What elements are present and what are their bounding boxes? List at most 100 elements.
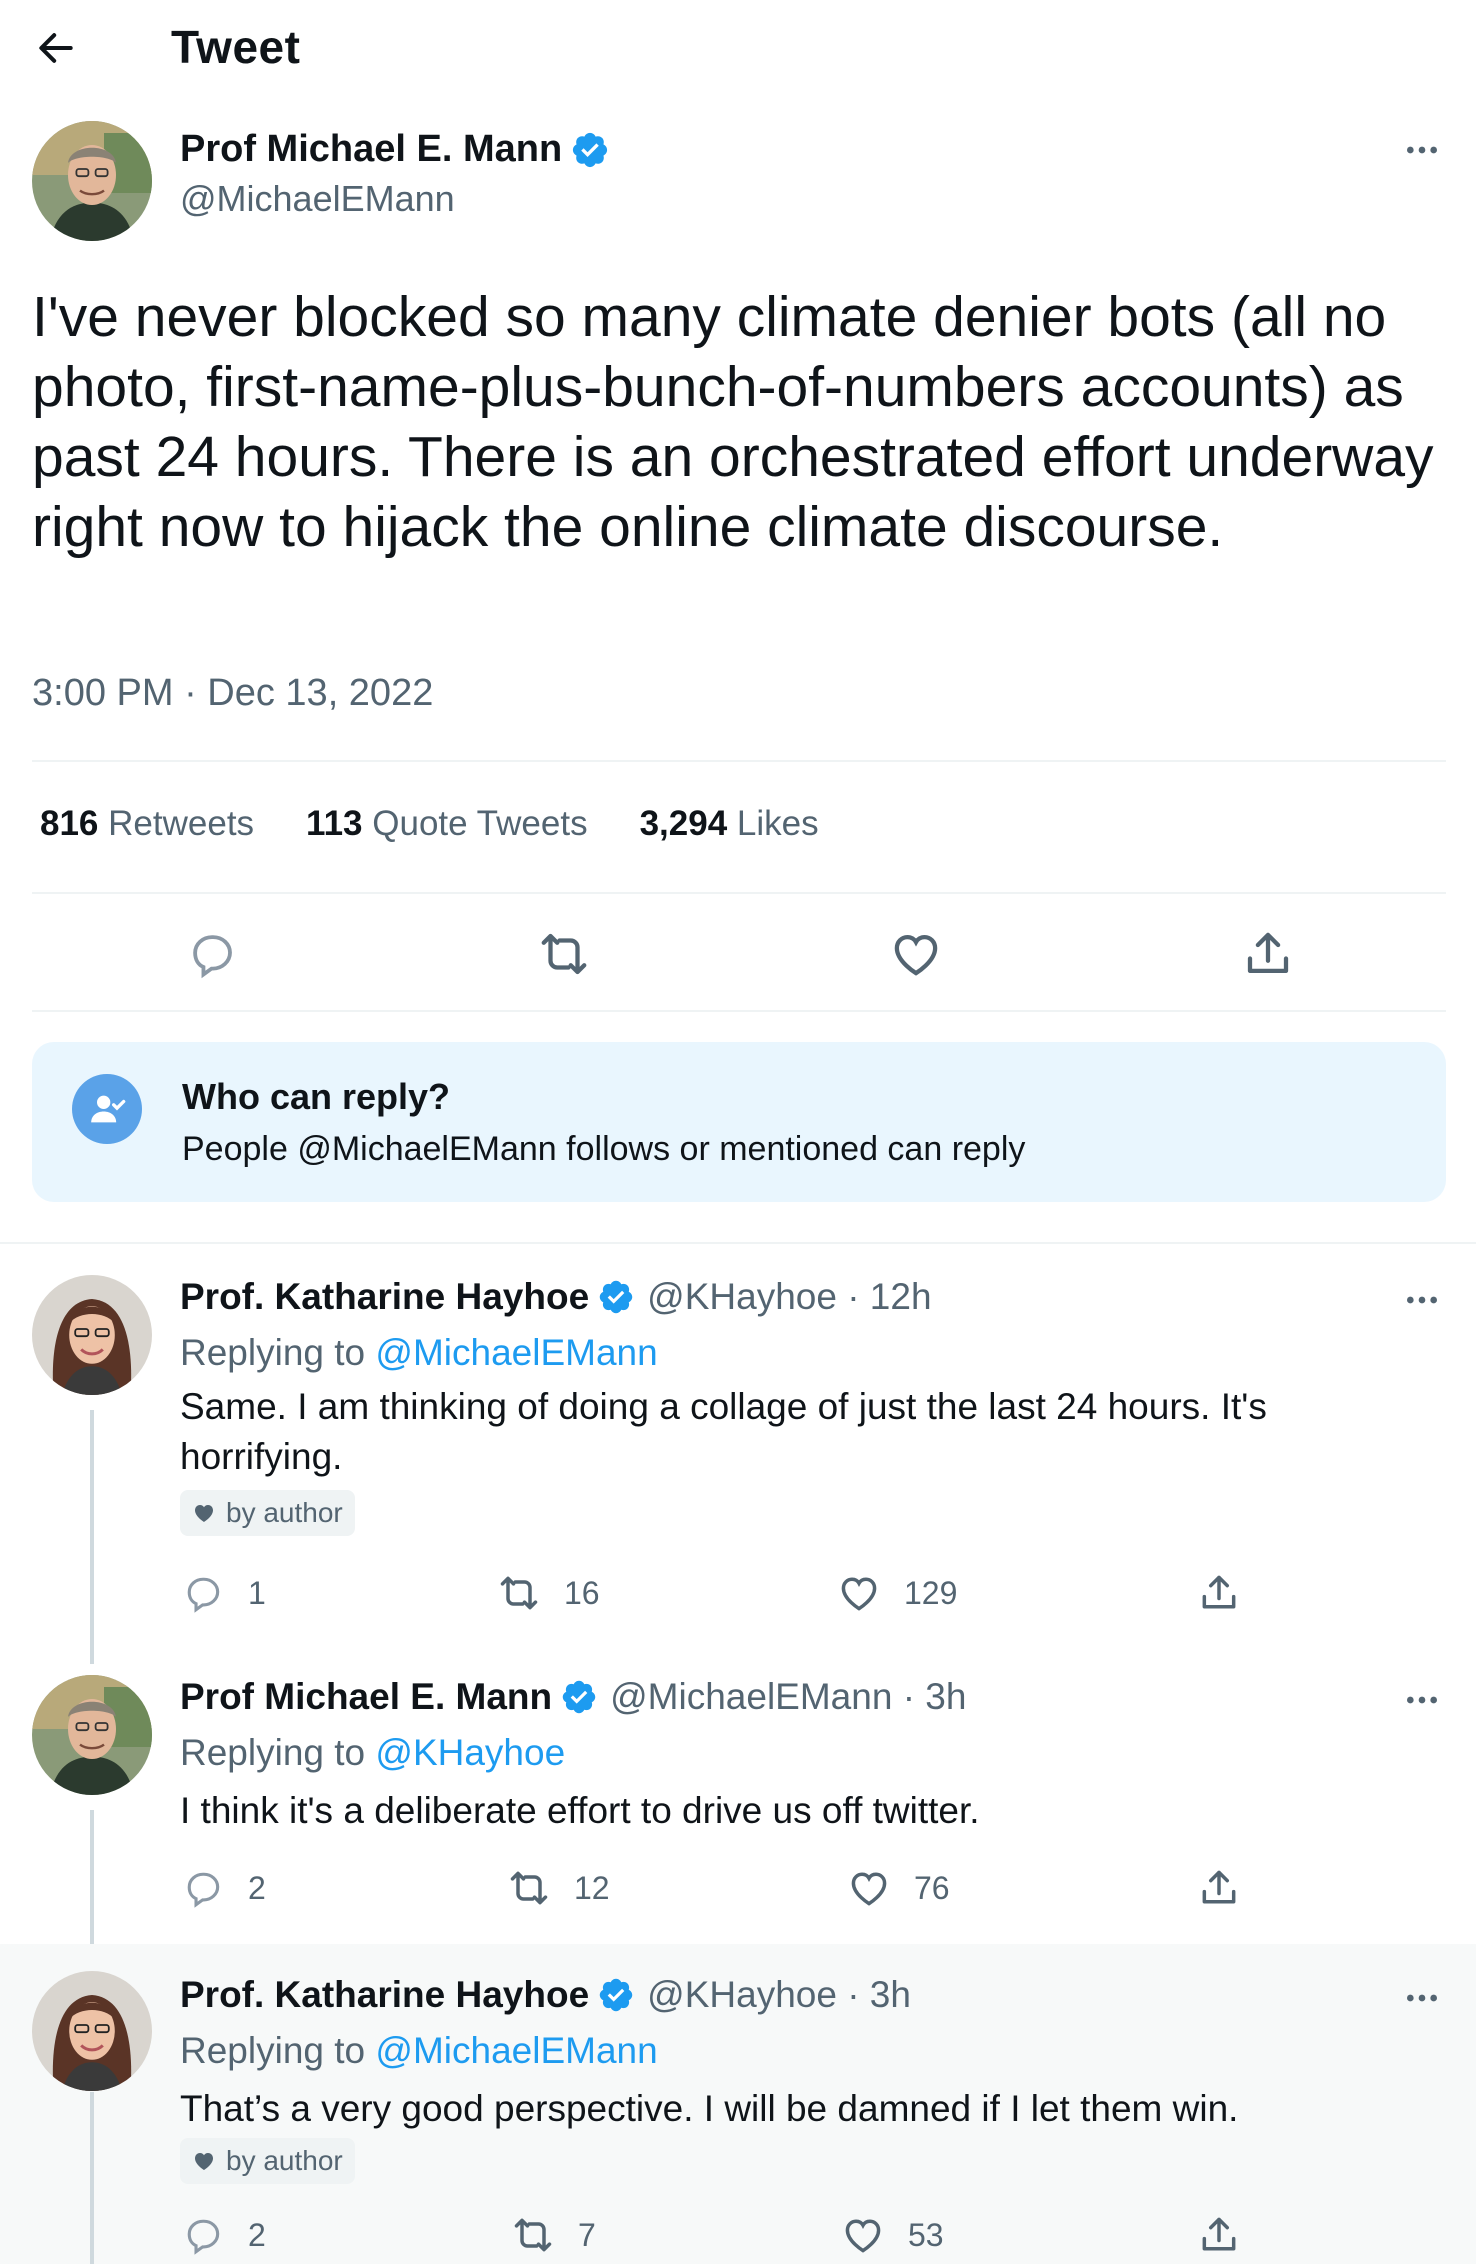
avatar[interactable] [32,1971,152,2091]
divider [32,1010,1446,1012]
retweets-stat[interactable]: 816 Retweets [40,804,254,844]
avatar[interactable] [32,1275,152,1395]
badge-label: by author [226,2145,343,2176]
retweet-icon [511,2213,555,2257]
author-name[interactable]: Prof. Katharine Hayhoe [180,1276,589,1318]
heart-icon [889,927,943,981]
reply-tweet[interactable]: Prof Michael E. Mann @MichaelEMann · 3h … [0,1650,1476,1944]
author-handle-time[interactable]: @KHayhoe · 12h [647,1276,931,1318]
reply-count: 2 [248,1869,266,1906]
retweet-count: 16 [564,1574,600,1611]
replying-to-label: Replying to [180,1732,366,1773]
like-count: 129 [904,1574,958,1611]
reply-text: I think it's a deliberate effort to driv… [180,1790,980,1831]
more-icon [1402,1978,1442,2018]
author-handle[interactable]: @MichaelEMann [180,178,455,220]
likes-stat[interactable]: 3,294 Likes [640,804,819,844]
reply-icon [181,1866,225,1910]
likes-count: 3,294 [639,804,728,843]
more-options-button[interactable] [1394,122,1450,178]
avatar[interactable] [32,121,152,241]
reply-action-bar: 1 16 129 [180,1570,1280,1620]
like-button[interactable]: 53 [840,2212,944,2258]
tweet-timestamp[interactable]: 3:00 PM · Dec 13, 2022 [32,672,433,715]
share-button[interactable] [1196,1865,1264,1911]
like-button[interactable] [886,924,946,984]
heart-filled-icon [195,2153,213,2170]
author-photo [32,1275,152,1395]
more-options-button[interactable] [1394,1672,1450,1728]
author-photo [32,121,152,241]
mention-link[interactable]: @MichaelEMann [375,1332,657,1373]
more-icon [1402,1680,1442,1720]
arrow-left-icon [39,33,73,63]
share-button[interactable] [1196,2212,1264,2258]
share-icon [1197,1571,1241,1615]
retweet-button[interactable]: 12 [506,1865,610,1911]
replying-to: Replying to @KHayhoe [180,1732,565,1774]
avatar[interactable] [32,1675,152,1795]
who-can-reply-description: People @MichaelEMann follows or mentione… [182,1130,1026,1168]
retweet-button[interactable] [534,924,594,984]
like-button[interactable]: 129 [836,1570,957,1616]
tweet-text: I've never blocked so many climate denie… [32,285,1434,559]
reply-tweet[interactable]: Prof. Katharine Hayhoe @KHayhoe · 12h Re… [0,1250,1476,1650]
like-count: 53 [908,2216,944,2253]
author-photo [32,1971,152,2091]
likes-label: Likes [736,804,819,843]
verified-badge-icon [597,1278,635,1316]
reply-button[interactable]: 2 [180,2212,266,2258]
reply-count: 1 [248,1574,266,1611]
author-handle-time[interactable]: @MichaelEMann · 3h [610,1676,966,1718]
badge-label: by author [226,1497,343,1528]
back-button[interactable] [30,22,82,74]
heart-icon [841,2213,885,2257]
reply-button[interactable]: 2 [180,1865,266,1911]
reply-action-bar: 2 12 76 [180,1865,1280,1915]
author-name[interactable]: Prof Michael E. Mann [180,1676,552,1718]
who-can-reply-box: Who can reply? People @MichaelEMann foll… [32,1042,1446,1202]
liked-by-author-badge: by author [180,2138,355,2184]
top-bar: Tweet [0,0,1476,104]
verified-badge-icon [560,1678,598,1716]
replying-to-label: Replying to [180,2030,366,2071]
retweet-button[interactable]: 16 [496,1570,600,1616]
reply-button[interactable]: 1 [180,1570,266,1616]
share-icon [1197,1866,1241,1910]
person-check-icon [72,1074,142,1144]
more-options-button[interactable] [1394,1272,1450,1328]
divider [32,892,1446,894]
quote-tweets-count: 113 [306,804,363,843]
share-icon [1241,927,1295,981]
quote-tweets-stat[interactable]: 113 Quote Tweets [306,804,588,844]
mention-link[interactable]: @KHayhoe [375,1732,565,1773]
share-button[interactable] [1238,924,1298,984]
author-photo [32,1675,152,1795]
author-handle-time[interactable]: @KHayhoe · 3h [647,1974,911,2016]
heart-icon [847,1866,891,1910]
retweets-label: Retweets [108,804,255,843]
tweet-stats: 816 Retweets 113 Quote Tweets 3,294 Like… [40,804,871,844]
thread-connector [90,2092,94,2264]
reply-icon [181,2213,225,2257]
more-options-button[interactable] [1394,1970,1450,2026]
quote-tweets-label: Quote Tweets [372,804,588,843]
like-button[interactable]: 76 [846,1865,950,1911]
retweet-icon [497,1571,541,1615]
replying-to: Replying to @MichaelEMann [180,2030,658,2072]
main-tweet-author: Prof Michael E. Mann @MichaelEMann [32,118,1452,248]
author-name[interactable]: Prof Michael E. Mann [180,128,562,171]
more-icon [1402,1280,1442,1320]
author-name[interactable]: Prof. Katharine Hayhoe [180,1974,589,2016]
verified-badge-icon [597,1976,635,2014]
heart-icon [837,1571,881,1615]
liked-by-author-badge: by author [180,1490,355,1536]
mention-link[interactable]: @MichaelEMann [375,2030,657,2071]
reply-button[interactable] [182,924,242,984]
reply-tweet[interactable]: Prof. Katharine Hayhoe @KHayhoe · 3h Rep… [0,1944,1476,2264]
reply-text: Same. I am thinking of doing a collage o… [180,1386,1267,1477]
page-title: Tweet [171,21,301,73]
replying-to-label: Replying to [180,1332,366,1373]
share-button[interactable] [1196,1570,1264,1616]
retweet-button[interactable]: 7 [510,2212,596,2258]
